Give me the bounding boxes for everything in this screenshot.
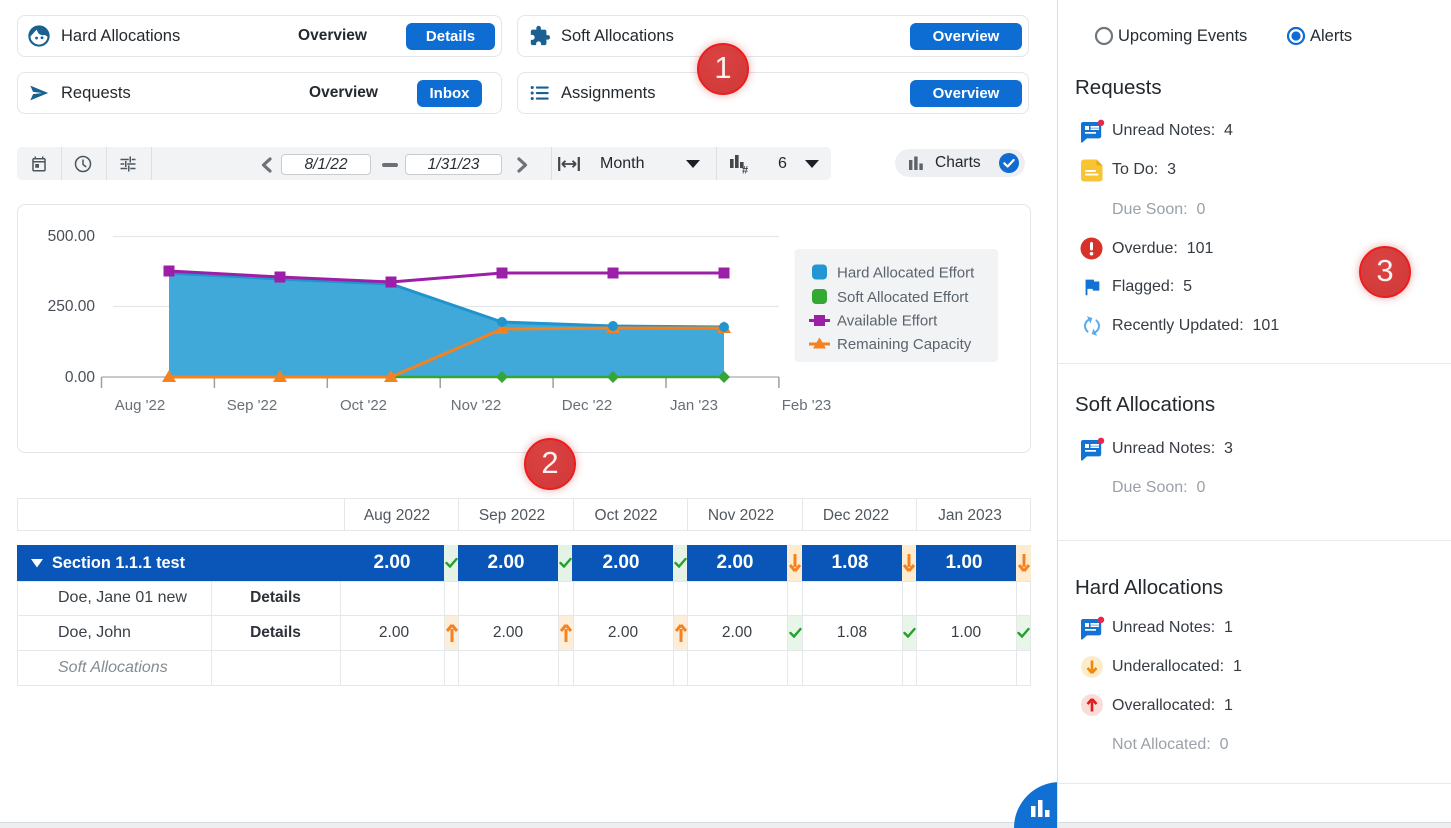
svg-text:Feb '23: Feb '23 (782, 397, 832, 414)
svg-text:#: # (742, 165, 748, 175)
svg-text:Oct '22: Oct '22 (340, 397, 387, 414)
svg-text:250.00: 250.00 (48, 298, 96, 315)
svg-text:Dec '22: Dec '22 (562, 397, 612, 414)
svg-text:Remaining Capacity: Remaining Capacity (837, 336, 972, 353)
svg-text:Nov '22: Nov '22 (451, 397, 501, 414)
svg-text:Sep '22: Sep '22 (227, 397, 277, 414)
svg-text:Hard Allocated Effort: Hard Allocated Effort (837, 265, 975, 282)
svg-text:Aug '22: Aug '22 (115, 397, 165, 414)
svg-text:Soft Allocated Effort: Soft Allocated Effort (837, 289, 969, 306)
svg-text:500.00: 500.00 (48, 228, 96, 245)
svg-text:0.00: 0.00 (65, 369, 96, 386)
svg-text:Available Effort: Available Effort (837, 313, 938, 330)
svg-text:Jan '23: Jan '23 (670, 397, 718, 414)
